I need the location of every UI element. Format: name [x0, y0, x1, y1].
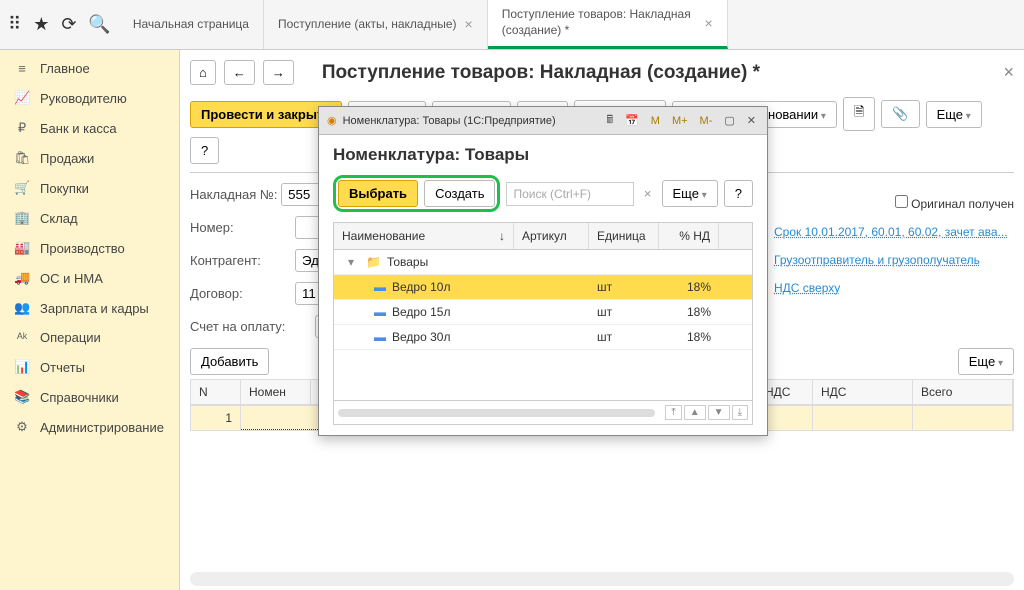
books-icon: 📚 — [14, 389, 30, 405]
main-h-scrollbar[interactable] — [190, 572, 1014, 586]
close-dialog-icon[interactable]: ✕ — [744, 114, 759, 127]
sidebar-item-hr[interactable]: 👥Зарплата и кадры — [0, 293, 179, 323]
folder-row[interactable]: ▾📁Товары — [334, 250, 752, 275]
dialog-grid-header: Наименование↓ Артикул Единица % НД — [334, 223, 752, 250]
vat-top-link[interactable]: НДС сверху — [774, 281, 840, 295]
contract-label: Договор: — [190, 286, 265, 301]
calendar-icon[interactable]: 📅 — [622, 114, 642, 127]
h-scrollbar[interactable] — [338, 409, 655, 417]
bars-icon: 📊 — [14, 359, 30, 375]
cart-icon: 🛒 — [14, 180, 30, 196]
sidebar-item-operations[interactable]: ᴬᵏОперации — [0, 323, 179, 352]
tab-current[interactable]: Поступление товаров: Накладная (создание… — [488, 0, 728, 49]
contractor-label: Контрагент: — [190, 253, 265, 268]
nomenclature-dialog: ◉ Номенклатура: Товары (1С:Предприятие) … — [318, 106, 768, 436]
nav-down[interactable]: ▼ — [708, 405, 730, 420]
tab-receipts[interactable]: Поступление (акты, накладные)× — [264, 0, 488, 49]
more-button-2[interactable]: Еще — [958, 348, 1014, 375]
page-title: Поступление товаров: Накладная (создание… — [302, 62, 760, 84]
tab-home[interactable]: Начальная страница — [119, 0, 264, 49]
gear-icon: ⚙ — [14, 419, 30, 435]
sidebar-item-sales[interactable]: 🛍Продажи — [0, 143, 179, 173]
close-icon[interactable]: × — [465, 15, 473, 33]
mem-mm[interactable]: M- — [697, 115, 716, 127]
users-icon: 👥 — [14, 300, 30, 316]
sidebar-item-assets[interactable]: 🚚ОС и НМА — [0, 263, 179, 293]
calc-icon[interactable]: 🖩 — [603, 111, 616, 130]
more-button[interactable]: Еще — [926, 101, 982, 128]
close-page-button[interactable]: × — [1003, 62, 1014, 83]
ops-icon: ᴬᵏ — [14, 330, 30, 345]
sidebar-item-manager[interactable]: 📈Руководителю — [0, 83, 179, 113]
deadline-link[interactable]: Срок 10.01.2017, 60.01, 60.02, зачет ава… — [774, 225, 1008, 239]
sidebar-item-main[interactable]: ≡Главное — [0, 54, 179, 83]
sidebar: ≡Главное 📈Руководителю ₽Банк и касса 🛍Пр… — [0, 50, 180, 590]
sidebar-item-warehouse[interactable]: 🏢Склад — [0, 203, 179, 233]
sidebar-item-refs[interactable]: 📚Справочники — [0, 382, 179, 412]
account-label: Счет на оплату: — [190, 319, 285, 334]
nav-first[interactable]: ⤒ — [665, 405, 681, 420]
item-icon: ▬ — [374, 280, 386, 294]
dialog-help-button[interactable]: ? — [724, 180, 753, 207]
chart-icon: 📈 — [14, 90, 30, 106]
invoice-label: Накладная №: — [190, 187, 277, 202]
item-row[interactable]: ▬Ведро 15л шт18% — [334, 300, 752, 325]
nav-up[interactable]: ▲ — [684, 405, 706, 420]
home-button[interactable]: ⌂ — [190, 60, 216, 85]
mem-mp[interactable]: M+ — [669, 115, 691, 127]
bag-icon: 🛍 — [14, 150, 30, 166]
item-icon: ▬ — [374, 330, 386, 344]
highlighted-actions: Выбрать Создать — [333, 175, 500, 212]
sidebar-item-admin[interactable]: ⚙Администрирование — [0, 412, 179, 442]
dialog-title: Номенклатура: Товары — [333, 145, 753, 165]
sidebar-item-production[interactable]: 🏭Производство — [0, 233, 179, 263]
close-icon[interactable]: × — [705, 14, 713, 32]
item-row[interactable]: ▬Ведро 30л шт18% — [334, 325, 752, 350]
original-checkbox[interactable] — [895, 195, 908, 208]
history-icon[interactable]: ⟳ — [61, 14, 76, 35]
doc-icon-button[interactable]: 🗎 — [843, 97, 875, 131]
attach-button[interactable]: 📎 — [881, 100, 919, 128]
number-label: Номер: — [190, 220, 265, 235]
forward-button[interactable]: → — [263, 60, 294, 85]
sidebar-item-purchases[interactable]: 🛒Покупки — [0, 173, 179, 203]
mem-m[interactable]: M — [648, 115, 663, 127]
building-icon: 🏢 — [14, 210, 30, 226]
create-button[interactable]: Создать — [424, 180, 495, 207]
help-button[interactable]: ? — [190, 137, 219, 164]
menu-icon: ≡ — [14, 61, 30, 76]
add-button[interactable]: Добавить — [190, 348, 269, 375]
back-button[interactable]: ← — [224, 60, 255, 85]
nav-last[interactable]: ⤓ — [732, 405, 748, 420]
sidebar-item-bank[interactable]: ₽Банк и касса — [0, 113, 179, 143]
clear-search-icon[interactable]: × — [640, 186, 656, 201]
dialog-more-button[interactable]: Еще — [662, 180, 718, 207]
apps-icon[interactable]: ⠿ — [8, 14, 21, 35]
search-input[interactable]: Поиск (Ctrl+F) — [506, 182, 633, 206]
truck-icon: 🚚 — [14, 270, 30, 286]
select-button[interactable]: Выбрать — [338, 180, 418, 207]
factory-icon: 🏭 — [14, 240, 30, 256]
item-row[interactable]: ▬Ведро 10л шт18% — [334, 275, 752, 300]
maximize-icon[interactable]: ▢ — [721, 114, 737, 127]
star-icon[interactable]: ★ — [33, 14, 49, 35]
sidebar-item-reports[interactable]: 📊Отчеты — [0, 352, 179, 382]
app-icon: ◉ — [327, 114, 337, 127]
folder-icon: 📁 — [366, 255, 381, 269]
shipper-link[interactable]: Грузоотправитель и грузополучатель — [774, 253, 980, 267]
ruble-icon: ₽ — [14, 120, 30, 136]
search-icon[interactable]: 🔍 — [88, 14, 110, 35]
item-icon: ▬ — [374, 305, 386, 319]
dialog-titlebar-text: Номенклатура: Товары (1С:Предприятие) — [343, 115, 556, 127]
collapse-icon[interactable]: ▾ — [342, 255, 360, 269]
